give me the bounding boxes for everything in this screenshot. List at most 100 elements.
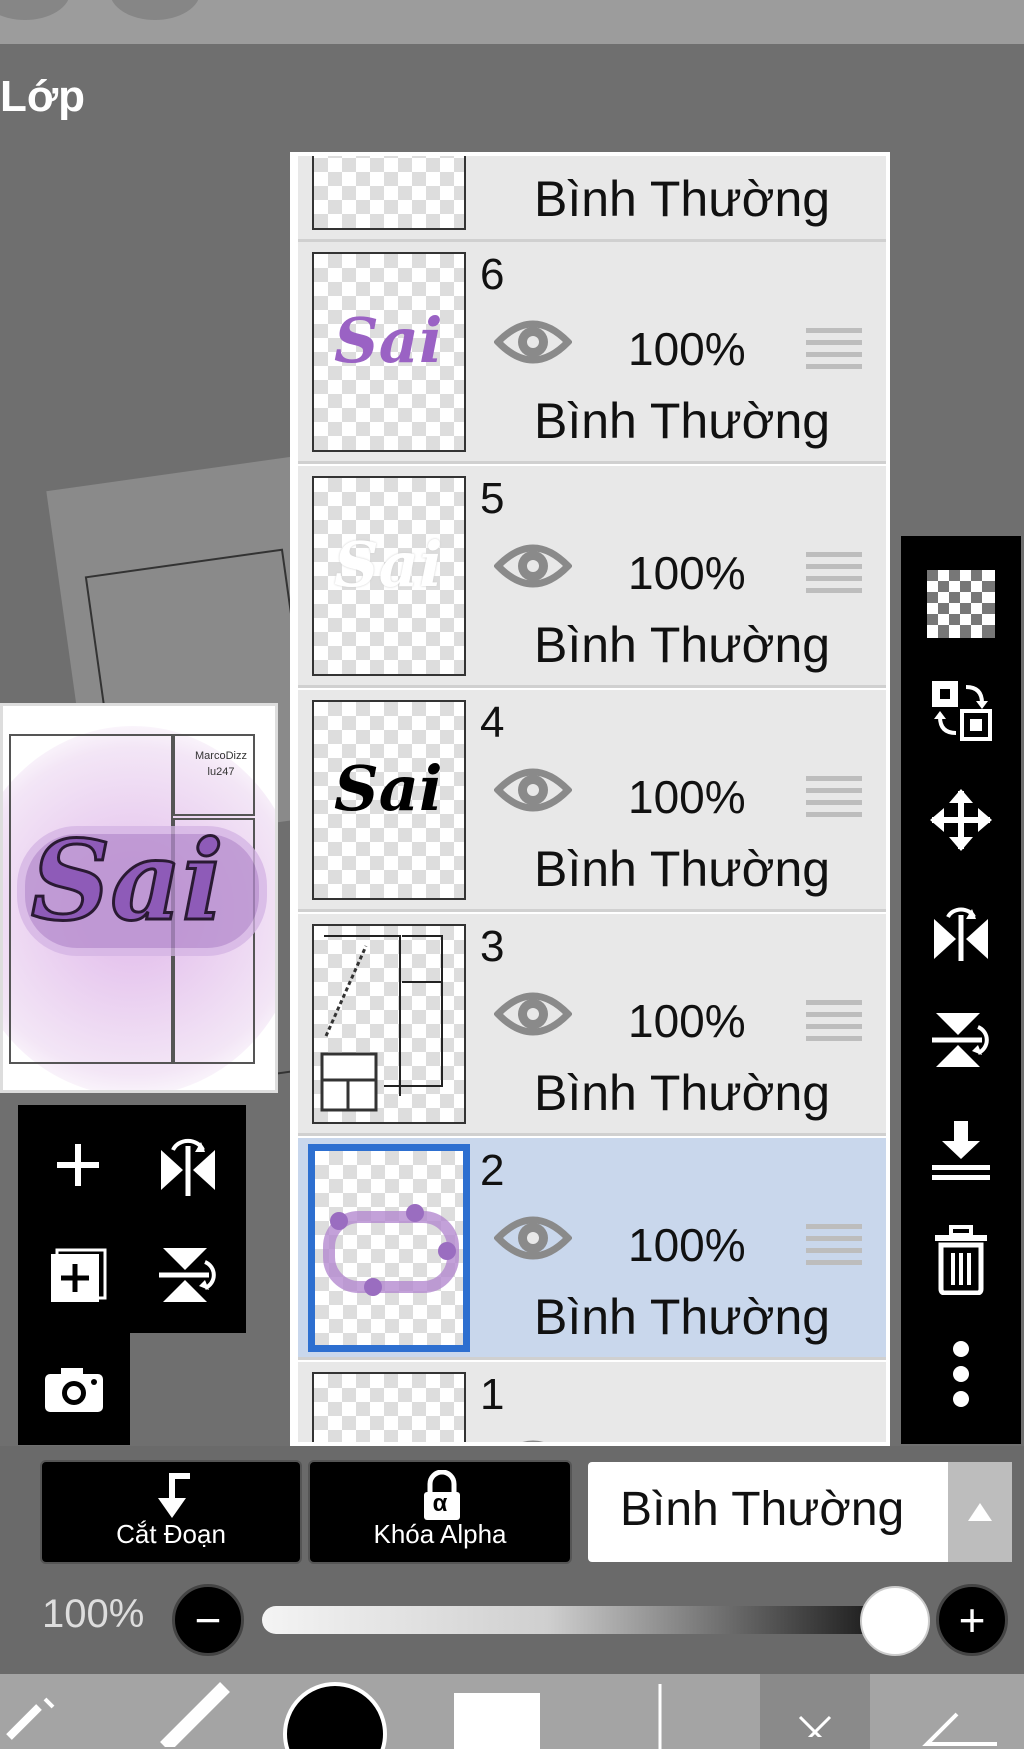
flip-vertical-icon — [159, 1248, 216, 1302]
layer-row[interactable]: 3 100% Bình Thường — [298, 914, 886, 1136]
brush-icon — [160, 1681, 230, 1747]
top-button-left[interactable] — [0, 0, 70, 20]
layer-row[interactable]: 100% Bình Thường — [298, 152, 886, 242]
drag-handle-icon[interactable] — [806, 1000, 862, 1044]
blend-mode-select[interactable]: Bình Thường — [588, 1462, 1012, 1562]
merge-down-icon — [932, 1121, 990, 1180]
layer-opacity: 100% — [628, 152, 746, 154]
visibility-eye-icon[interactable] — [494, 762, 572, 818]
layer-row[interactable]: Sai 5 100% Bình Thường — [298, 466, 886, 688]
drag-handle-icon[interactable] — [806, 552, 862, 596]
drag-handle-icon[interactable] — [806, 776, 862, 820]
visibility-eye-icon[interactable] — [494, 538, 572, 594]
layer-thumbnail-art: Sai — [334, 304, 443, 377]
bottom-toolbar — [0, 1674, 1024, 1749]
alpha-lock-label: Khóa Alpha — [373, 1519, 507, 1549]
preview-credit-line1: MarcoDizz — [195, 750, 247, 762]
visibility-eye-icon[interactable] — [494, 1434, 572, 1446]
brush-size-icon — [283, 1682, 387, 1749]
layer-thumbnail[interactable] — [312, 156, 466, 230]
layer-opacity: 100% — [628, 547, 746, 599]
blend-mode-value: Bình Thường — [620, 1483, 905, 1536]
back-button[interactable] — [900, 1674, 1024, 1749]
brush-button[interactable] — [140, 1674, 240, 1749]
layer-blend-mode: Bình Thường — [534, 171, 831, 227]
left-toolbar-bottom — [18, 1333, 130, 1445]
color-swatch — [454, 1692, 540, 1749]
flip-horizontal-icon — [161, 1138, 215, 1196]
layer-icon — [658, 1684, 662, 1749]
plus-icon: + — [958, 1594, 986, 1646]
delete-layer-button[interactable] — [913, 1212, 1009, 1308]
pen-select-button[interactable] — [0, 1674, 80, 1749]
layer-row[interactable]: Sai 6 100% Bình Thường — [298, 242, 886, 464]
layer-thumbnail[interactable]: Sai — [312, 252, 466, 452]
alpha-lock-button[interactable]: α Khóa Alpha — [308, 1460, 572, 1564]
drag-handle-icon[interactable] — [806, 328, 862, 372]
transparency-button[interactable] — [913, 556, 1009, 652]
brush-size-button[interactable] — [280, 1674, 390, 1749]
brush-tool-icon — [6, 1697, 55, 1740]
flip-horizontal-icon — [934, 907, 988, 961]
merge-down-button[interactable] — [913, 1102, 1009, 1198]
move-button[interactable] — [913, 772, 1009, 868]
layer-number: 5 — [480, 474, 505, 523]
layer-thumbnail-glow — [314, 1374, 464, 1446]
opacity-increase-button[interactable]: + — [936, 1584, 1008, 1656]
layer-thumbnail[interactable]: Sai — [312, 700, 466, 900]
layer-thumbnail[interactable]: Sai — [312, 476, 466, 676]
layer-button[interactable] — [620, 1674, 700, 1749]
flip-horizontal-button[interactable] — [138, 1115, 238, 1215]
camera-button[interactable] — [24, 1339, 124, 1439]
opacity-slider[interactable] — [262, 1606, 896, 1634]
flip-vertical-icon — [932, 1013, 989, 1067]
plus-icon — [57, 1144, 99, 1186]
status-strip — [0, 0, 1024, 44]
layer-thumbnail[interactable] — [312, 924, 466, 1124]
layer-row[interactable]: 2 100% Bình Thường — [298, 1138, 886, 1360]
layer-thumbnail-art: Sai — [334, 752, 443, 825]
layer-number: 2 — [480, 1146, 505, 1195]
top-button-right[interactable] — [110, 0, 200, 20]
layer-blend-mode: Bình Thường — [534, 617, 831, 673]
layer-blend-mode: Bình Thường — [534, 393, 831, 449]
trash-icon — [935, 1225, 987, 1295]
visibility-eye-icon[interactable] — [494, 314, 572, 370]
layer-row[interactable]: 1 — [298, 1362, 886, 1446]
flip-vertical-button[interactable] — [138, 1225, 238, 1325]
duplicate-layer-button[interactable] — [28, 1225, 128, 1325]
swap-layers-button[interactable] — [913, 662, 1009, 758]
layer-thumbnail[interactable] — [308, 1144, 470, 1352]
camera-icon — [45, 1368, 103, 1412]
preview-credit: MarcoDizz lu247 — [181, 748, 261, 780]
layers-list[interactable]: 100% Bình Thường Sai 6 100% Bình Thường Sai 5 10… — [290, 152, 890, 1446]
visibility-eye-icon[interactable] — [494, 1210, 572, 1266]
blend-mode-dropdown[interactable] — [948, 1462, 1012, 1562]
opacity-decrease-button[interactable]: − — [172, 1584, 244, 1656]
layer-blend-mode: Bình Thường — [534, 1289, 831, 1345]
layer-opacity: 100% — [628, 1219, 746, 1271]
close-panel-button[interactable] — [760, 1674, 870, 1749]
flip-vertical-right-button[interactable] — [913, 992, 1009, 1088]
canvas-preview[interactable]: MarcoDizz lu247 Sai — [0, 703, 278, 1093]
flip-horizontal-right-button[interactable] — [913, 882, 1009, 978]
opacity-slider-handle[interactable] — [860, 1586, 930, 1656]
layer-thumbnail-art: Sai — [334, 528, 443, 601]
layer-blend-mode: Bình Thường — [534, 841, 831, 897]
more-vertical-icon — [953, 1341, 969, 1407]
layer-number: 6 — [480, 250, 505, 299]
caret-up-icon — [968, 1503, 992, 1521]
more-options-button[interactable] — [913, 1326, 1009, 1422]
layer-blend-mode: Bình Thường — [534, 1065, 831, 1121]
color-button[interactable] — [452, 1674, 542, 1749]
move-icon — [930, 789, 992, 851]
layer-thumbnail[interactable] — [312, 1372, 466, 1446]
visibility-eye-icon[interactable] — [494, 986, 572, 1042]
layer-opacity: 100% — [628, 995, 746, 1047]
layer-row[interactable]: Sai 4 100% Bình Thường — [298, 690, 886, 912]
right-toolbar — [901, 536, 1021, 1444]
add-layer-button[interactable] — [28, 1115, 128, 1215]
drag-handle-icon[interactable] — [806, 1224, 862, 1268]
preview-word: Sai — [30, 815, 225, 947]
clipping-button[interactable]: Cắt Đoạn — [40, 1460, 302, 1564]
